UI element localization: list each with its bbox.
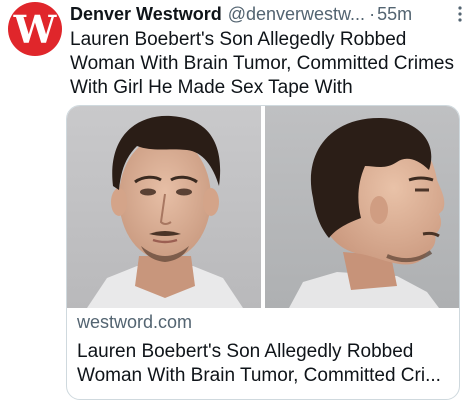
tweet-text: Lauren Boebert's Son Allegedly Robbed Wo… [70,28,466,100]
author-handle[interactable]: @denverwestw... [228,4,365,25]
tweet-timestamp[interactable]: 55m [377,4,412,25]
author-display-name[interactable]: Denver Westword [70,4,222,25]
separator-dot: · [369,3,376,24]
card-title: Lauren Boebert's Son Allegedly Robbed Wo… [77,340,451,388]
link-preview-card[interactable]: westword.com Lauren Boebert's Son Allege… [66,105,460,400]
tweet-text-line: Lauren Boebert's Son Allegedly Robbed [70,29,407,50]
mugshot-photo [67,106,459,308]
card-meta: westword.com Lauren Boebert's Son Allege… [77,310,451,388]
author-avatar[interactable]: W [8,2,62,56]
westword-logo-letter: W [13,7,57,52]
card-image[interactable] [67,106,459,308]
tweet-header: Denver Westword @denverwestw... · 55m [70,2,466,26]
more-options-icon[interactable] [450,4,470,24]
card-domain: westword.com [77,312,193,332]
card-title-line: Lauren Boebert's Son Allegedly Robbed [77,341,414,362]
card-title-line: Woman With Brain Tumor, Committed Cri... [77,365,441,386]
tweet-text-line: With Girl He Made Sex Tape With [70,77,353,98]
tweet-text-line: Woman With Brain Tumor, Committed Crimes [70,53,454,74]
